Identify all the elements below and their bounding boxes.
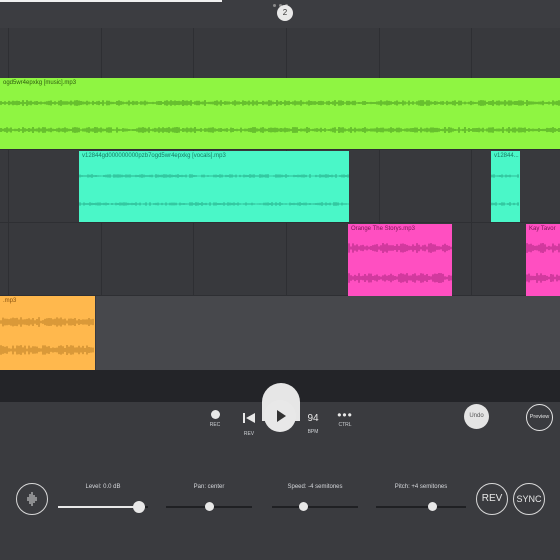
rewind-label: REV [243,431,255,437]
reverse-button[interactable]: REV [476,483,508,515]
pitch-slider-track[interactable] [376,506,466,508]
scroll-progress-bar [0,0,222,2]
bpm-value: 94 [307,413,319,424]
waveform [0,317,94,355]
record-label: REC [209,422,221,428]
play-button[interactable] [264,400,296,432]
waveform [348,243,452,283]
preview-button[interactable]: Preview [526,404,553,431]
pan-slider-knob[interactable] [204,502,214,511]
speed-slider-track[interactable] [272,506,358,508]
waveform-icon [27,492,37,506]
pitch-label: Pitch: +4 semitones [394,484,448,490]
waveform-button[interactable] [16,483,48,515]
audio-clip-orange[interactable]: .mp3 [0,296,95,370]
audio-clip-orange-the-storys[interactable]: Orange The Storys.mp3 [348,224,452,296]
track-timeline[interactable]: ogd5wr4epxkg [music].mp3 v12844gd0000000… [0,28,560,370]
pan-label: Pan: center [193,484,225,490]
undo-button[interactable]: Undo [464,404,489,429]
play-icon [277,410,286,422]
preview-label: Preview [529,414,550,420]
audio-clip-vocals-2[interactable]: v12844... [491,151,520,222]
audio-clip-music[interactable]: ogd5wr4epxkg [music].mp3 [0,78,560,149]
audio-clip-kay-tavor[interactable]: Kay Tavor [526,224,560,296]
rewind-button[interactable]: REV [238,410,260,437]
bpm-control[interactable]: 94 BPM [301,408,325,435]
speed-label: Speed: -4 semitones [287,484,343,490]
undo-label: Undo [469,413,484,419]
ruler-dot [273,4,276,7]
level-slider-knob[interactable] [133,501,145,513]
bpm-label: BPM [307,429,319,435]
level-label: Level: 0.0 dB [85,484,121,490]
playhead-knob[interactable]: 2 [277,5,293,21]
ctrl-label: CTRL [338,422,352,428]
sync-button[interactable]: SYNC [513,483,545,515]
waveform [79,174,349,206]
record-icon [210,410,220,419]
waveform [526,243,560,283]
timeline-ruler[interactable]: 2 [0,0,560,28]
skip-back-icon [243,413,255,423]
record-button[interactable]: REC [204,410,226,428]
empty-track-region[interactable] [96,296,560,370]
ctrl-button[interactable]: ••• CTRL [333,408,357,428]
waveform [491,174,519,206]
more-dots-icon: ••• [337,408,353,422]
audio-clip-vocals[interactable]: v12844gd000000000pzb7ogd5wr4epxkg [vocal… [79,151,349,222]
waveform [0,100,560,133]
level-slider-fill [58,506,139,508]
sync-label: SYNC [516,494,542,504]
reverse-label: REV [481,493,503,504]
